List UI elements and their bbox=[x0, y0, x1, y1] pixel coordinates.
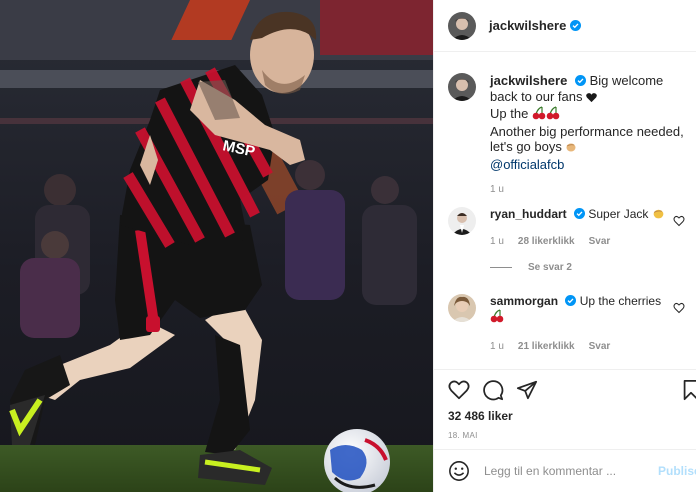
add-comment-bar: Legg til en kommentar ... Publiser bbox=[434, 449, 696, 492]
smiley-icon[interactable] bbox=[448, 460, 470, 482]
comment-icon[interactable] bbox=[482, 379, 504, 401]
post-actions: 32 486 liker 18. MAI bbox=[434, 369, 696, 449]
reply-button[interactable]: Svar bbox=[589, 339, 611, 354]
avatar[interactable] bbox=[448, 11, 476, 40]
post-header: jackwilshere bbox=[434, 0, 696, 52]
avatar[interactable] bbox=[448, 207, 476, 235]
bookmark-icon[interactable] bbox=[680, 379, 696, 401]
comment-meta: 1 u 21 likerklikk Svar bbox=[490, 339, 670, 354]
comment-like-heart-icon[interactable] bbox=[673, 302, 685, 314]
clap-emoji bbox=[565, 141, 577, 157]
verified-icon bbox=[565, 295, 577, 306]
caption-username[interactable]: jackwilshere bbox=[490, 73, 567, 88]
comment-username[interactable]: sammorgan bbox=[490, 294, 558, 308]
verified-icon bbox=[574, 208, 586, 219]
comment-username[interactable]: ryan_huddart bbox=[490, 207, 567, 221]
comment-like-heart-icon[interactable] bbox=[673, 215, 685, 227]
caption-meta: 1 u bbox=[490, 182, 693, 198]
comment-input[interactable]: Legg til en kommentar ... bbox=[484, 464, 616, 478]
comment-item: ryan_huddart Super Jack 1 u 28 likerklik… bbox=[448, 207, 693, 249]
comment-body: Super Jack bbox=[588, 207, 649, 221]
caption-time[interactable]: 1 u bbox=[490, 182, 504, 198]
verified-icon bbox=[574, 75, 586, 86]
comment-time[interactable]: 1 u bbox=[490, 234, 504, 249]
avatar[interactable] bbox=[448, 73, 476, 101]
post-caption: jackwilshere Big welcome back to our fan… bbox=[448, 73, 693, 198]
comment-time[interactable]: 1 u bbox=[490, 339, 504, 354]
comment-text: sammorgan Up the cherries 1 u 21 likerkl… bbox=[490, 294, 670, 354]
comment-likes-count[interactable]: 28 likerklikk bbox=[518, 234, 575, 249]
football-player-image: MSP bbox=[0, 0, 433, 492]
comment-text: ryan_huddart Super Jack 1 u 28 likerklik… bbox=[490, 207, 670, 249]
comments-section: jackwilshere Big welcome back to our fan… bbox=[434, 53, 696, 369]
header-username[interactable]: jackwilshere bbox=[489, 18, 566, 33]
cherry-emoji bbox=[490, 309, 504, 327]
black-heart-emoji bbox=[586, 91, 597, 107]
caption-line-2: Up the bbox=[490, 106, 529, 121]
action-icons bbox=[448, 379, 538, 401]
view-replies-label[interactable]: Se svar 2 bbox=[528, 262, 572, 273]
post-detail-panel: jackwilshere jackwilshere Big welcome ba… bbox=[433, 0, 696, 492]
post-photo[interactable]: MSP bbox=[0, 0, 433, 492]
cherry-emoji bbox=[546, 106, 560, 124]
comment-likes-count[interactable]: 21 likerklikk bbox=[518, 339, 575, 354]
caption-text: jackwilshere Big welcome back to our fan… bbox=[490, 73, 693, 198]
view-replies-button[interactable]: Se svar 2 bbox=[490, 262, 572, 273]
comment-body: Up the cherries bbox=[579, 294, 662, 308]
post-comment-button[interactable]: Publiser bbox=[658, 464, 696, 478]
cherry-emoji bbox=[532, 106, 546, 124]
post-date[interactable]: 18. MAI bbox=[448, 431, 478, 440]
caption-line-3: Another big performance needed, let's go… bbox=[490, 123, 684, 155]
heart-icon[interactable] bbox=[448, 379, 470, 401]
caption-mention-link[interactable]: @officialafcb bbox=[490, 157, 693, 173]
clap-emoji bbox=[652, 207, 665, 224]
reply-button[interactable]: Svar bbox=[589, 234, 611, 249]
share-icon[interactable] bbox=[516, 379, 538, 401]
verified-icon bbox=[570, 20, 582, 31]
comment-meta: 1 u 28 likerklikk Svar bbox=[490, 234, 670, 249]
comment-item: sammorgan Up the cherries 1 u 21 likerkl… bbox=[448, 294, 693, 354]
replies-divider bbox=[490, 267, 512, 268]
likes-count[interactable]: 32 486 liker bbox=[448, 409, 513, 423]
avatar[interactable] bbox=[448, 294, 476, 322]
